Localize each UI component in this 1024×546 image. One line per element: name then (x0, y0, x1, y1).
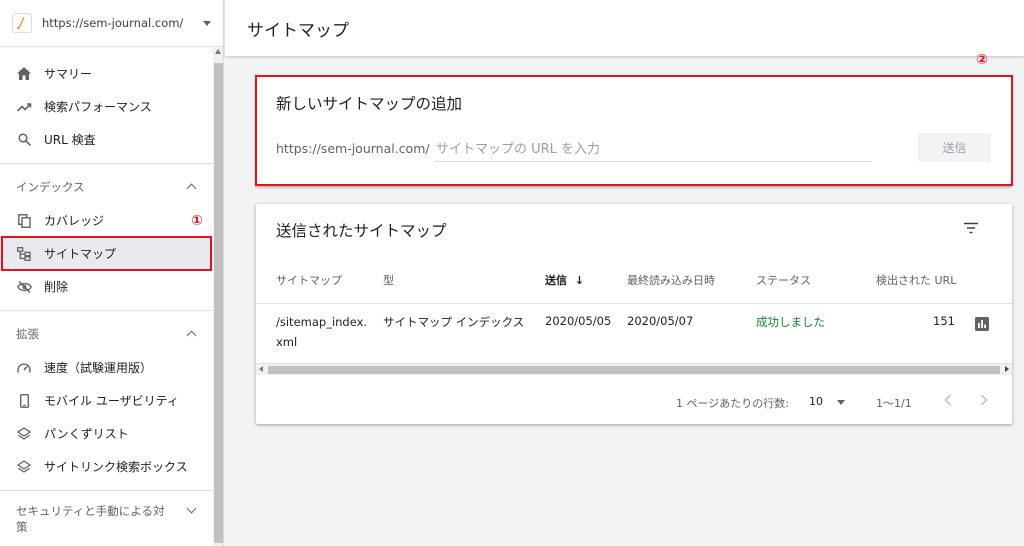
sidebar-item-speed[interactable]: 速度（試験運用版） (0, 351, 213, 384)
filter-icon[interactable] (963, 222, 979, 236)
sidebar-item-label: 速度（試験運用版） (44, 361, 153, 375)
section-label: セキュリティと手動による対策 (16, 504, 165, 534)
sidebar-item-mobile-usability[interactable]: モバイル ユーザビリティ (0, 384, 213, 417)
chevron-left-icon[interactable] (944, 394, 952, 409)
annotation-marker-1: ① (191, 213, 203, 229)
column-header-last-read[interactable]: 最終読み込み日時 (627, 272, 715, 288)
sidebar-item-label: 削除 (44, 280, 69, 294)
sidebar-item-sitelinks-searchbox[interactable]: サイトリンク検索ボックス (0, 450, 213, 483)
home-icon (16, 66, 32, 82)
cell-discovered-urls: 151 (933, 314, 955, 328)
speed-icon (16, 360, 32, 376)
scroll-up-arrow-icon[interactable] (215, 49, 221, 54)
column-header-type[interactable]: 型 (383, 272, 394, 288)
search-icon (16, 132, 32, 148)
top-bar: サイトマップ (225, 0, 1024, 56)
table-row[interactable] (256, 304, 1012, 362)
sidebar-item-coverage[interactable]: カバレッジ (0, 204, 213, 237)
eye-off-icon (16, 279, 32, 295)
cell-sitemap-line1: /sitemap_index. (276, 315, 368, 329)
sidebar-item-url-inspection[interactable]: URL 検査 (0, 123, 213, 156)
rows-per-page-select[interactable]: 10 (809, 395, 845, 408)
sidebar-item-summary[interactable]: サマリー (0, 57, 213, 90)
layers-icon (16, 459, 32, 475)
divider (0, 490, 213, 491)
section-header-index[interactable]: インデックス (0, 170, 213, 204)
property-url: https://sem-journal.com/ (42, 16, 184, 30)
rows-per-page-value: 10 (809, 395, 823, 408)
cell-status: 成功しました (756, 315, 825, 329)
scroll-left-arrow-icon[interactable] (259, 366, 263, 372)
sidebar-item-label: サマリー (44, 67, 93, 81)
sidebar-item-label: URL 検査 (44, 133, 96, 147)
submitted-sitemaps-title: 送信されたサイトマップ (276, 222, 447, 240)
property-favicon-icon (12, 13, 32, 33)
chevron-down-icon (186, 503, 197, 514)
cell-type: サイトマップ インデックス (383, 315, 525, 329)
property-selector[interactable]: https://sem-journal.com/ (0, 0, 223, 47)
section-label: インデックス (16, 180, 85, 194)
chevron-right-icon[interactable] (980, 394, 988, 409)
rows-per-page-label: 1 ページあたりの行数: (676, 397, 789, 410)
horizontal-scrollbar[interactable] (256, 363, 1012, 375)
divider (0, 310, 213, 311)
chart-report-icon[interactable] (975, 317, 989, 334)
layers-icon (16, 426, 32, 442)
section-label: 拡張 (16, 327, 39, 341)
sidebar-scrollbar[interactable] (213, 47, 223, 546)
sidebar-item-label: カバレッジ (44, 214, 105, 228)
sidebar-item-removals[interactable]: 削除 (0, 270, 213, 303)
sidebar-item-label: サイトリンク検索ボックス (44, 460, 188, 474)
column-header-submitted[interactable]: 送信 ↓ (545, 272, 584, 288)
scroll-thumb[interactable] (268, 366, 1000, 374)
page-title: サイトマップ (247, 20, 349, 41)
column-header-label: 送信 (545, 274, 567, 287)
cell-sitemap-line2: xml (276, 335, 298, 349)
sidebar-nav: サマリー 検索パフォーマンス URL 検査 インデックス カバレッジ サイトマッ… (0, 57, 213, 541)
highlight-box-add-sitemap (255, 75, 1013, 186)
chevron-up-icon (186, 183, 197, 194)
sidebar-item-performance[interactable]: 検索パフォーマンス (0, 90, 213, 123)
annotation-marker-2: ② (976, 52, 988, 68)
column-header-discovered-urls[interactable]: 検出された URL (876, 272, 956, 288)
copy-icon (16, 213, 32, 229)
section-header-security[interactable]: セキュリティと手動による対策 (0, 497, 213, 541)
chevron-up-icon (186, 330, 197, 341)
divider (0, 163, 213, 164)
cell-sitemap[interactable]: /sitemap_index. xml (276, 312, 367, 352)
trending-up-icon (16, 99, 32, 115)
section-header-enhancements[interactable]: 拡張 (0, 317, 213, 351)
caret-down-icon (836, 399, 845, 405)
sidebar-item-label: モバイル ユーザビリティ (44, 394, 179, 408)
sidebar-item-label: パンくずリスト (44, 427, 129, 441)
sidebar-item-label: 検索パフォーマンス (44, 100, 152, 114)
submitted-sitemaps-card: 送信されたサイトマップ サイトマップ 型 送信 ↓ 最終読み込み日時 ステータス… (256, 204, 1012, 424)
cell-last-read: 2020/05/07 (627, 314, 694, 328)
cell-submitted: 2020/05/05 (545, 314, 612, 328)
arrow-down-icon: ↓ (574, 274, 585, 287)
highlight-box-sitemaps (1, 236, 212, 271)
sidebar: https://sem-journal.com/ サマリー 検索パフォーマンス … (0, 0, 224, 546)
column-header-status[interactable]: ステータス (756, 272, 811, 288)
sidebar-item-breadcrumbs[interactable]: パンくずリスト (0, 417, 213, 450)
caret-down-icon (203, 20, 211, 26)
pagination-range: 1～1/1 (876, 397, 912, 410)
scroll-thumb[interactable] (214, 63, 223, 543)
scroll-right-arrow-icon[interactable] (1005, 366, 1009, 372)
column-header-sitemap[interactable]: サイトマップ (276, 272, 342, 288)
smartphone-icon (16, 393, 32, 409)
